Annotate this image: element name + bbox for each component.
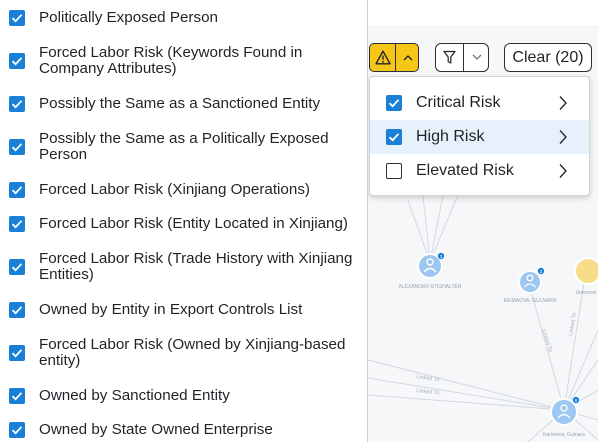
graph-node[interactable]: 6 Karimova, Gulnara — [543, 395, 585, 438]
graph-node[interactable]: 2 KEIMAOVA, GULNARA — [504, 266, 557, 304]
checkmark-icon — [11, 100, 23, 109]
node-label: Unknown — [576, 290, 597, 296]
funnel-icon — [443, 50, 456, 64]
graph-edge — [429, 194, 444, 263]
checkbox[interactable] — [9, 302, 25, 318]
list-item[interactable]: Owned by State Owned Enterprise — [0, 422, 366, 438]
edge-label: Linked To — [416, 374, 440, 383]
checkbox[interactable] — [9, 259, 25, 275]
node-label: ALEXANDER-STIGHALTER — [399, 284, 462, 290]
graph-edge — [429, 194, 459, 263]
checkmark-icon — [11, 186, 23, 195]
list-item[interactable]: Possibly the Same as a Politically Expos… — [0, 131, 366, 163]
risk-filter-button[interactable] — [370, 44, 396, 71]
checkbox[interactable] — [9, 388, 25, 404]
checkbox[interactable] — [9, 345, 25, 361]
list-item[interactable]: Forced Labor Risk (Owned by Xinjiang-bas… — [0, 337, 366, 369]
risk-dropdown-toggle[interactable] — [396, 44, 418, 71]
list-item-label: Politically Exposed Person — [39, 9, 218, 26]
dropdown-item-high-risk[interactable]: High Risk — [370, 120, 589, 154]
checkbox[interactable] — [9, 182, 25, 198]
list-item[interactable]: Politically Exposed Person — [0, 10, 366, 26]
dropdown-item-critical-risk[interactable]: Critical Risk — [370, 86, 589, 120]
list-item-label: Owned by Entity in Export Controls List — [39, 301, 303, 318]
checkbox[interactable] — [9, 139, 25, 155]
node-label: Karimova, Gulnara — [543, 432, 585, 438]
checkmark-icon — [11, 220, 23, 229]
checkbox[interactable] — [386, 95, 402, 111]
checkbox[interactable] — [386, 163, 402, 179]
checkmark-icon — [388, 99, 400, 108]
list-item-label: Forced Labor Risk (Xinjiang Operations) — [39, 181, 310, 198]
chevron-up-icon — [403, 55, 412, 61]
list-item[interactable]: Forced Labor Risk (Entity Located in Xin… — [0, 216, 366, 232]
checkmark-icon — [11, 14, 23, 23]
checkmark-icon — [11, 426, 23, 435]
graph-edge — [563, 329, 598, 411]
edge-label: Linked To — [416, 388, 440, 396]
chevron-down-icon — [472, 54, 481, 60]
checkmark-icon — [11, 349, 23, 358]
list-item-label: Owned by Sanctioned Entity — [39, 387, 230, 404]
dropdown-item-label: Critical Risk — [416, 94, 501, 111]
node-label: KEIMAOVA, GULNARA — [504, 298, 557, 304]
list-item-label: Forced Labor Risk (Entity Located in Xin… — [39, 215, 348, 232]
graph-node[interactable]: Unknown — [574, 257, 598, 296]
graph-node[interactable]: 3 ALEXANDER-STIGHALTER — [399, 251, 462, 290]
edge-label: Linked To — [540, 329, 553, 353]
checkmark-icon — [11, 392, 23, 401]
list-item-label: Forced Labor Risk (Owned by Xinjiang-bas… — [39, 336, 346, 369]
list-item-label: Possibly the Same as a Politically Expos… — [39, 130, 329, 163]
risk-factor-list-panel: Politically Exposed Person Forced Labor … — [0, 0, 368, 442]
list-item-label: Forced Labor Risk (Trade History with Xi… — [39, 250, 353, 283]
dropdown-item-elevated-risk[interactable]: Elevated Risk — [370, 154, 589, 188]
list-item[interactable]: Owned by Sanctioned Entity — [0, 388, 366, 404]
checkbox[interactable] — [9, 422, 25, 438]
list-item-label: Owned by State Owned Enterprise — [39, 421, 273, 438]
list-item-label: Forced Labor Risk (Keywords Found in Com… — [39, 44, 303, 77]
filter-button[interactable] — [436, 44, 464, 71]
list-item[interactable]: Owned by Entity in Export Controls List — [0, 302, 366, 318]
checkbox[interactable] — [386, 129, 402, 145]
filter-button-group[interactable] — [435, 43, 489, 72]
checkmark-icon — [388, 133, 400, 142]
list-item[interactable]: Forced Labor Risk (Xinjiang Operations) — [0, 182, 366, 198]
warning-triangle-icon — [374, 50, 391, 65]
filter-dropdown-toggle[interactable] — [464, 44, 488, 71]
checkbox[interactable] — [9, 96, 25, 112]
dropdown-item-label: High Risk — [416, 128, 485, 145]
risk-level-dropdown: Critical Risk High Risk Elevated Risk — [369, 76, 590, 196]
list-item-label: Possibly the Same as a Sanctioned Entity — [39, 95, 321, 112]
checkmark-icon — [11, 306, 23, 315]
list-item[interactable]: Forced Labor Risk (Trade History with Xi… — [0, 251, 366, 283]
graph-edge — [368, 377, 565, 411]
checkmark-icon — [11, 57, 23, 66]
list-item[interactable]: Possibly the Same as a Sanctioned Entity — [0, 96, 366, 112]
dropdown-item-label: Elevated Risk — [416, 162, 514, 179]
clear-button[interactable]: Clear (20) — [504, 43, 592, 72]
checkbox[interactable] — [9, 53, 25, 69]
chevron-right-icon[interactable] — [558, 163, 568, 179]
chevron-right-icon[interactable] — [558, 95, 568, 111]
checkbox[interactable] — [9, 216, 25, 232]
list-item[interactable]: Forced Labor Risk (Keywords Found in Com… — [0, 45, 366, 77]
checkmark-icon — [11, 143, 23, 152]
chevron-right-icon[interactable] — [558, 129, 568, 145]
checkmark-icon — [11, 263, 23, 272]
risk-filter-button-group[interactable] — [369, 43, 419, 72]
checkbox[interactable] — [9, 10, 25, 26]
